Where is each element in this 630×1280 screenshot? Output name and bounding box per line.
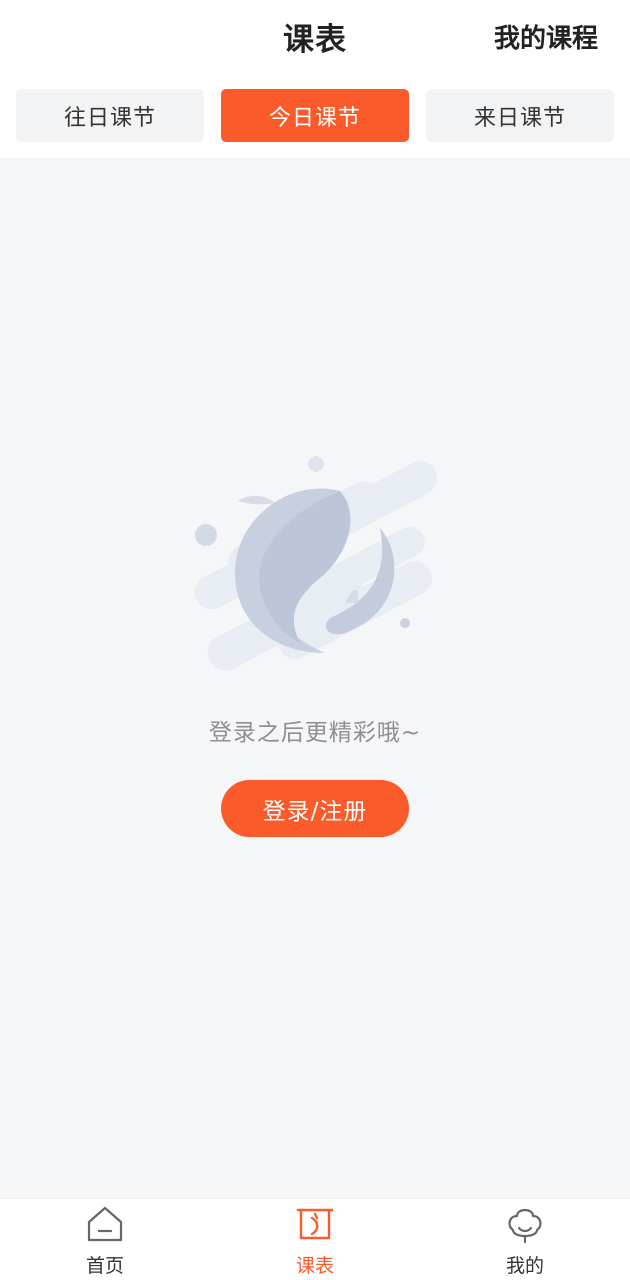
profile-icon xyxy=(508,1208,542,1244)
empty-state-message: 登录之后更精彩哦~ xyxy=(208,720,422,746)
empty-content-area: 登录之后更精彩哦~ 登录/注册 xyxy=(0,158,630,1198)
schedule-screen: 课表 我的课程 往日课节 今日课节 来日课节 登录之后更精彩哦~ 登录/注册 首… xyxy=(0,0,630,1280)
nav-label-home: 首页 xyxy=(85,1255,124,1277)
header: 课表 我的课程 xyxy=(0,0,630,78)
bottom-navigation: 首页 课表 我的 xyxy=(0,1198,630,1280)
nav-item-home[interactable]: 首页 xyxy=(45,1199,165,1280)
nav-label-profile: 我的 xyxy=(505,1255,544,1277)
nav-item-profile[interactable]: 我的 xyxy=(465,1199,585,1280)
my-courses-link[interactable]: 我的课程 xyxy=(494,18,598,55)
nav-item-schedule[interactable]: 课表 xyxy=(255,1199,375,1280)
nav-label-schedule: 课表 xyxy=(295,1255,334,1277)
koi-fish-illustration xyxy=(194,456,438,671)
tab-past-lessons[interactable]: 往日课节 xyxy=(16,89,204,142)
home-icon xyxy=(87,1206,123,1242)
schedule-icon xyxy=(296,1208,334,1240)
day-tabs: 往日课节 今日课节 来日课节 xyxy=(16,89,614,142)
tab-upcoming-lessons[interactable]: 来日课节 xyxy=(426,89,614,142)
login-register-button[interactable]: 登录/注册 xyxy=(221,780,409,837)
tab-today-lessons[interactable]: 今日课节 xyxy=(221,89,409,142)
